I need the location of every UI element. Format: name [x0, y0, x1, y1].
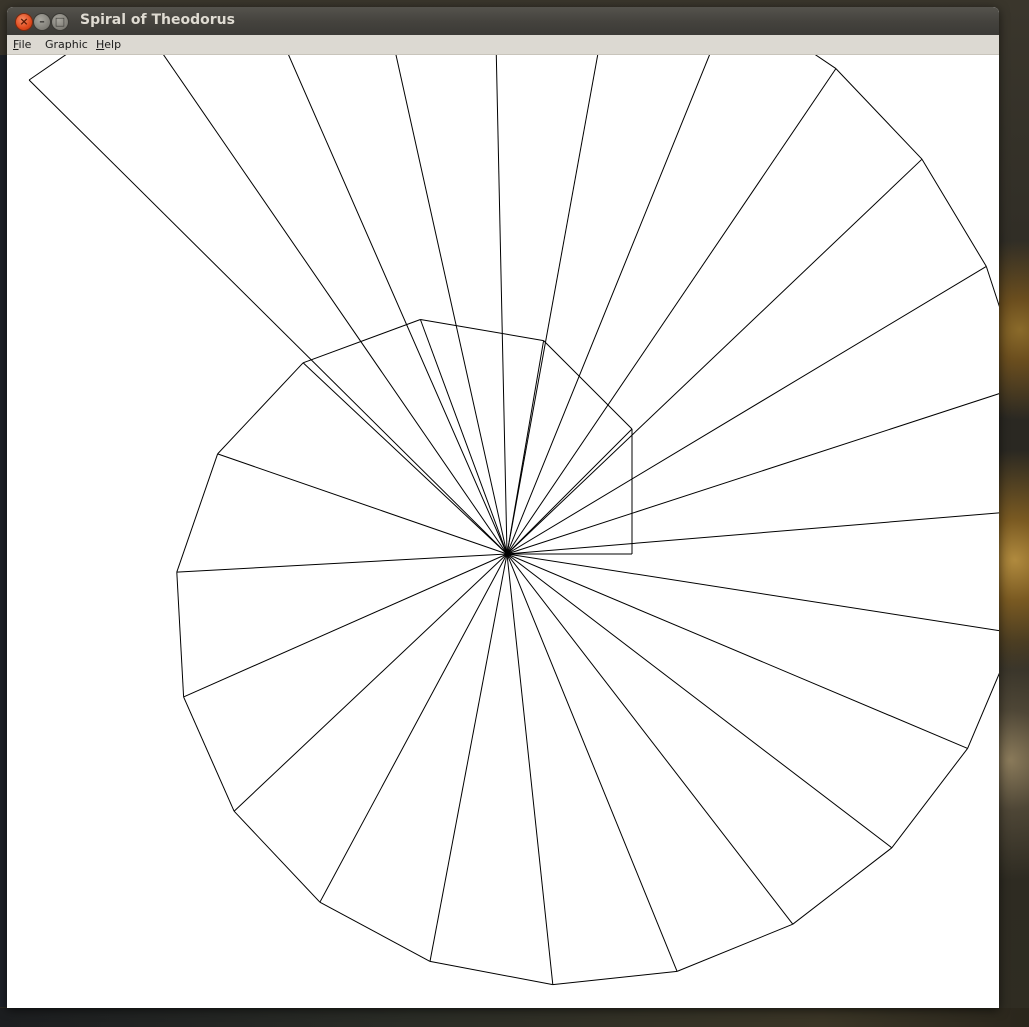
spiral-edge	[217, 362, 304, 455]
spiral-spoke	[217, 453, 508, 555]
spiral-of-theodorus-drawing	[28, 55, 999, 986]
spiral-edge	[967, 672, 999, 749]
app-window: × – □ Spiral of Theodorus File Graphic H…	[7, 7, 999, 1008]
spiral-spoke	[506, 265, 987, 555]
minimize-icon[interactable]: –	[33, 13, 51, 31]
spiral-spoke	[28, 79, 508, 555]
spiral-spoke	[176, 553, 508, 573]
spiral-spoke	[506, 553, 968, 749]
spiral-spoke	[495, 55, 508, 555]
menu-graphic[interactable]: Graphic	[45, 38, 88, 51]
spiral-edge	[921, 158, 987, 267]
spiral-spoke	[302, 362, 508, 555]
spiral-edge	[792, 847, 893, 925]
menu-help[interactable]: Help	[96, 38, 121, 51]
spiral-spoke	[506, 68, 837, 555]
spiral-edge	[176, 453, 219, 573]
spiral-spoke	[506, 553, 999, 632]
spiral-edge	[233, 810, 321, 903]
spiral-spoke	[506, 158, 923, 555]
menu-file[interactable]: File	[13, 38, 31, 51]
spiral-edge	[302, 319, 421, 364]
spiral-edge	[420, 319, 544, 342]
spiral-edge	[676, 923, 793, 972]
spiral-spoke	[163, 55, 508, 555]
spiral-spoke	[395, 55, 508, 555]
spiral-spoke	[506, 393, 999, 555]
spiral-edge	[176, 572, 185, 697]
background-window-edge	[0, 55, 7, 1007]
spiral-spoke	[506, 553, 678, 972]
spiral-edge	[429, 960, 553, 986]
spiral-edge	[835, 68, 923, 160]
spiral-spoke	[319, 553, 508, 903]
title-bar[interactable]: × – □ Spiral of Theodorus	[7, 7, 999, 35]
spiral-edge	[28, 55, 67, 81]
spiral-edge	[552, 970, 678, 986]
spiral-spoke	[506, 512, 999, 555]
spiral-spoke	[506, 55, 599, 555]
drawing-canvas[interactable]	[7, 55, 999, 1008]
spiral-spoke	[506, 428, 633, 555]
spiral-spoke	[506, 55, 711, 555]
spiral-edge	[814, 55, 837, 70]
menu-bar: File Graphic Help	[7, 35, 999, 55]
spiral-spoke	[288, 55, 508, 555]
window-title: Spiral of Theodorus	[80, 12, 235, 28]
spiral-edge	[985, 266, 999, 307]
spiral-spoke	[183, 553, 508, 698]
spiral-edge	[183, 696, 235, 812]
spiral-edge	[891, 748, 968, 849]
maximize-icon[interactable]: □	[51, 13, 69, 31]
close-icon[interactable]: ×	[15, 13, 33, 31]
spiral-spoke	[419, 319, 508, 555]
spiral-edge	[319, 901, 431, 962]
desktop-bottom-edge	[0, 1008, 1029, 1027]
spiral-spoke	[506, 553, 554, 985]
